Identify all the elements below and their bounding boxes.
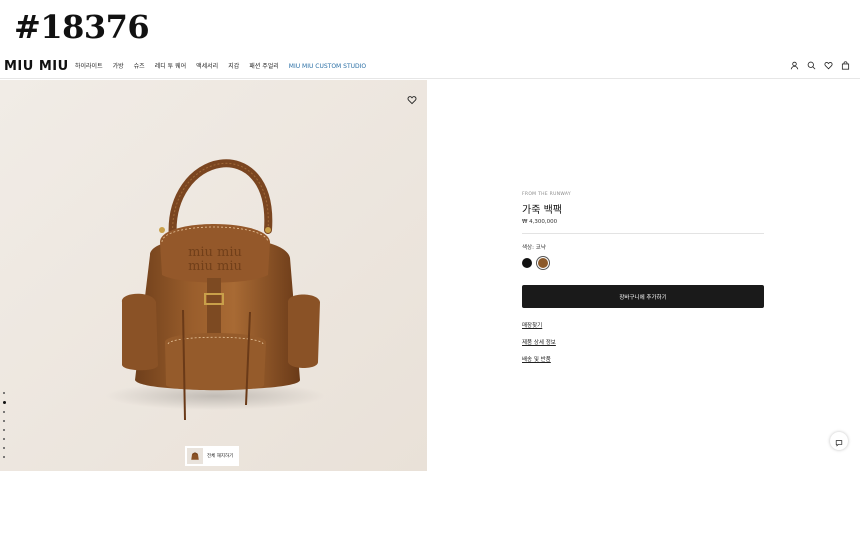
product-title: 가죽 백팩: [522, 205, 562, 216]
gallery-dot[interactable]: [3, 438, 5, 440]
product-image-gallery[interactable]: miu miu miu miu 전체 해지하기: [0, 80, 427, 471]
overlay-id-label: #18376: [14, 8, 150, 46]
try-on-thumbnail: [187, 448, 203, 464]
nav-links: 하이라이트 가방 슈즈 레디 투 웨어 액세서리 지갑 패션 주얼리 MIU M…: [75, 63, 366, 71]
chat-bubble-icon: [835, 432, 843, 451]
store-locator-link[interactable]: 매장찾기: [522, 321, 542, 329]
nav-link-bags[interactable]: 가방: [113, 63, 124, 71]
wishlist-heart-icon[interactable]: [407, 90, 417, 105]
color-label: 색상: 코냑: [522, 245, 546, 251]
gallery-dot[interactable]: [3, 420, 5, 422]
try-on-button[interactable]: 전체 해지하기: [185, 446, 239, 466]
product-info-panel: FROM THE RUNWAY 가죽 백팩 ₩ 4,300,000 색상: 코냑…: [522, 192, 764, 363]
nav-link-jewelry[interactable]: 패션 주얼리: [249, 63, 279, 71]
user-icon[interactable]: [790, 61, 799, 70]
gallery-dot[interactable]: [3, 411, 5, 413]
gallery-dot[interactable]: [3, 429, 5, 431]
gallery-dot[interactable]: [3, 392, 5, 394]
product-price: ₩ 4,300,000: [522, 219, 558, 225]
nav-link-ready-to-wear[interactable]: 레디 투 웨어: [155, 63, 186, 71]
bag-icon[interactable]: [841, 61, 850, 70]
swatch-cognac[interactable]: [538, 258, 548, 268]
svg-text:miu miu: miu miu: [188, 245, 242, 260]
nav-link-shoes[interactable]: 슈즈: [134, 63, 145, 71]
gallery-pagination-dots[interactable]: [3, 392, 6, 458]
nav-link-accessories[interactable]: 액세서리: [196, 63, 218, 71]
nav-link-highlights[interactable]: 하이라이트: [75, 63, 103, 71]
gallery-dot[interactable]: [3, 456, 5, 458]
swatch-black[interactable]: [522, 258, 532, 268]
shipping-returns-link[interactable]: 배송 및 반품: [522, 355, 551, 363]
divider: [522, 233, 764, 234]
gallery-dot[interactable]: [3, 447, 5, 449]
gallery-dot-active[interactable]: [3, 401, 6, 404]
top-navigation: MIU MIU 하이라이트 가방 슈즈 레디 투 웨어 액세서리 지갑 패션 주…: [0, 57, 860, 79]
add-to-cart-button[interactable]: 장바구니에 추가하기: [522, 285, 764, 308]
product-eyebrow: FROM THE RUNWAY: [522, 192, 571, 197]
brand-logo[interactable]: MIU MIU: [4, 59, 69, 75]
chat-button[interactable]: [830, 432, 848, 450]
nav-link-wallets[interactable]: 지갑: [228, 63, 239, 71]
search-icon[interactable]: [807, 61, 816, 70]
nav-icons: [790, 61, 850, 70]
heart-icon[interactable]: [824, 61, 833, 70]
nav-link-custom-studio[interactable]: MIU MIU CUSTOM STUDIO: [289, 63, 366, 71]
svg-text:miu miu: miu miu: [188, 259, 242, 274]
color-swatches: [522, 258, 764, 268]
try-on-label: 전체 해지하기: [207, 454, 234, 459]
product-details-link[interactable]: 제품 상세 정보: [522, 338, 556, 346]
product-image-backpack: miu miu miu miu: [0, 80, 427, 471]
product-links: 매장찾기 제품 상세 정보 배송 및 반품: [522, 321, 764, 363]
